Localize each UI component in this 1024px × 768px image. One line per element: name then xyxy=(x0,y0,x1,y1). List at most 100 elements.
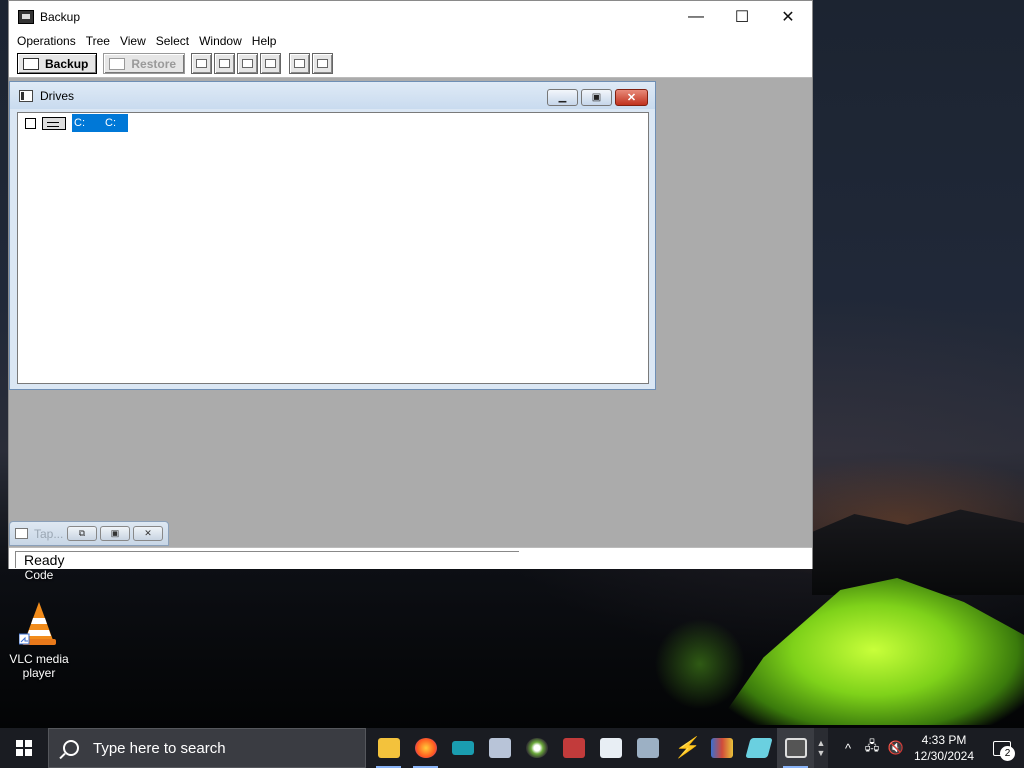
taskbar-window-app[interactable] xyxy=(592,728,629,768)
disc-icon xyxy=(525,738,548,758)
restore-button-label: Restore xyxy=(131,56,177,71)
window-icon xyxy=(599,738,622,758)
menu-view[interactable]: View xyxy=(115,34,151,48)
retension-icon xyxy=(219,59,231,68)
taskbar-computer-app[interactable] xyxy=(629,728,666,768)
notification-center-button[interactable]: 2 xyxy=(980,728,1024,768)
catalog-icon xyxy=(196,59,208,68)
taskbar-media-app[interactable] xyxy=(518,728,555,768)
toolbar: Backup Restore xyxy=(9,50,812,78)
vlc-icon xyxy=(18,600,59,648)
drive-row-c[interactable]: C: C: xyxy=(19,114,128,132)
backup-app-icon xyxy=(784,738,807,758)
menu-bar: Operations Tree View Select Window Help xyxy=(9,32,812,50)
drive-label-selected[interactable]: C: C: xyxy=(72,114,128,132)
windows-logo-icon xyxy=(16,740,32,756)
taskbar-backup-app[interactable] xyxy=(777,728,814,768)
minimize-button[interactable]: — xyxy=(673,1,719,32)
drives-window: Drives ▁ ▣ ✕ C: C: xyxy=(9,81,656,390)
taskbar: Type here to search ⚡ ▲ ▼ ^ 🖧 🔇 4:33 PM 1… xyxy=(0,728,1024,768)
close-button[interactable]: ✕ xyxy=(765,1,811,32)
notes-icon xyxy=(744,738,773,758)
restore-button[interactable]: Restore xyxy=(103,53,186,74)
clock-time: 4:33 PM xyxy=(921,733,967,747)
taskbar-clock[interactable]: 4:33 PM 12/30/2024 xyxy=(908,732,980,764)
search-icon xyxy=(63,740,79,756)
catalog-tool-button[interactable] xyxy=(191,53,213,74)
tape-maximize-button[interactable]: ▣ xyxy=(100,526,130,541)
desktop-icon-label: VLC media player xyxy=(9,652,69,680)
drive-letter: C: xyxy=(74,117,85,129)
taskbar-firefox[interactable] xyxy=(407,728,444,768)
eraser-icon xyxy=(265,59,277,68)
taskbar-file-explorer[interactable] xyxy=(370,728,407,768)
network-icon[interactable]: 🖧 xyxy=(860,737,884,759)
drives-title-bar[interactable]: Drives ▁ ▣ ✕ xyxy=(10,82,655,109)
menu-tree[interactable]: Tree xyxy=(81,34,115,48)
taskbar-power-app[interactable]: ⚡ xyxy=(666,728,703,768)
backup-window: Backup — ☐ ✕ Operations Tree View Select… xyxy=(8,0,813,569)
status-bar: Ready xyxy=(9,547,812,569)
check-tool-button[interactable] xyxy=(289,53,311,74)
status-text: Ready xyxy=(15,551,519,568)
taskbar-keyboard-app[interactable] xyxy=(444,728,481,768)
tape-restore-button[interactable]: ⧉ xyxy=(67,526,97,541)
show-hidden-icons-chevron-icon[interactable]: ^ xyxy=(836,741,860,756)
menu-select[interactable]: Select xyxy=(151,34,194,48)
taskbar-search-box[interactable]: Type here to search xyxy=(48,728,366,768)
desktop-icon-vscode[interactable]: Code xyxy=(1,568,77,582)
menu-help[interactable]: Help xyxy=(247,34,282,48)
eject-icon xyxy=(242,59,254,68)
taskbar-apps: ⚡ ▲ ▼ xyxy=(370,728,828,768)
clock-date: 12/30/2024 xyxy=(913,749,975,763)
chevron-up-icon: ▲ xyxy=(816,738,826,748)
control-panel-icon xyxy=(710,738,733,758)
menu-window[interactable]: Window xyxy=(194,34,247,48)
uncheck-tool-button[interactable] xyxy=(312,53,334,74)
erase-tool-button[interactable] xyxy=(260,53,282,74)
start-button[interactable] xyxy=(0,728,48,768)
firefox-icon xyxy=(414,738,437,758)
system-tray: ^ 🖧 🔇 4:33 PM 12/30/2024 2 xyxy=(836,728,1024,768)
eject-tool-button[interactable] xyxy=(237,53,259,74)
tape-window-title: Tap... xyxy=(34,526,64,541)
retension-tool-button[interactable] xyxy=(214,53,236,74)
drive-volume: C: xyxy=(105,117,116,129)
search-placeholder: Type here to search xyxy=(93,739,226,757)
taskbar-scroll[interactable]: ▲ ▼ xyxy=(814,728,828,768)
backup-icon xyxy=(23,57,39,70)
taskbar-control-panel[interactable] xyxy=(703,728,740,768)
backup-button-label: Backup xyxy=(45,56,89,71)
volume-muted-icon[interactable]: 🔇 xyxy=(884,740,908,756)
backup-button[interactable]: Backup xyxy=(17,53,98,74)
drives-close-button[interactable]: ✕ xyxy=(615,89,648,106)
menu-operations[interactable]: Operations xyxy=(12,34,81,48)
cube-icon xyxy=(488,738,511,758)
uncheck-icon xyxy=(317,59,329,68)
mdi-client-area: Drives ▁ ▣ ✕ C: C: Tap... ⧉ ▣ ✕ xyxy=(9,79,812,547)
tape-close-button[interactable]: ✕ xyxy=(133,526,163,541)
lightning-icon: ⚡ xyxy=(673,737,699,759)
drives-maximize-button[interactable]: ▣ xyxy=(581,89,612,106)
taskbar-3d-app[interactable] xyxy=(481,728,518,768)
drives-window-icon xyxy=(19,89,33,102)
taskbar-notes-app[interactable] xyxy=(740,728,777,768)
chevron-down-icon: ▼ xyxy=(816,748,826,758)
drives-minimize-button[interactable]: ▁ xyxy=(547,89,578,106)
drives-window-title: Drives xyxy=(40,88,75,103)
drives-list: C: C: xyxy=(17,112,649,384)
drive-checkbox[interactable] xyxy=(25,117,36,129)
window-title: Backup xyxy=(40,9,81,24)
tape-window-minimized[interactable]: Tap... ⧉ ▣ ✕ xyxy=(9,521,169,546)
notification-count: 2 xyxy=(1000,746,1015,761)
desktop-icon-vlc[interactable]: VLC media player xyxy=(1,600,77,680)
computer-icon xyxy=(636,738,659,758)
taskbar-clock-app[interactable] xyxy=(555,728,592,768)
backup-app-icon xyxy=(18,9,34,24)
folder-icon xyxy=(377,738,400,758)
title-bar[interactable]: Backup — ☐ ✕ xyxy=(9,1,812,32)
hard-drive-icon xyxy=(42,116,66,130)
restore-icon xyxy=(109,57,126,70)
keyboard-icon xyxy=(451,741,474,755)
maximize-button[interactable]: ☐ xyxy=(719,1,765,32)
